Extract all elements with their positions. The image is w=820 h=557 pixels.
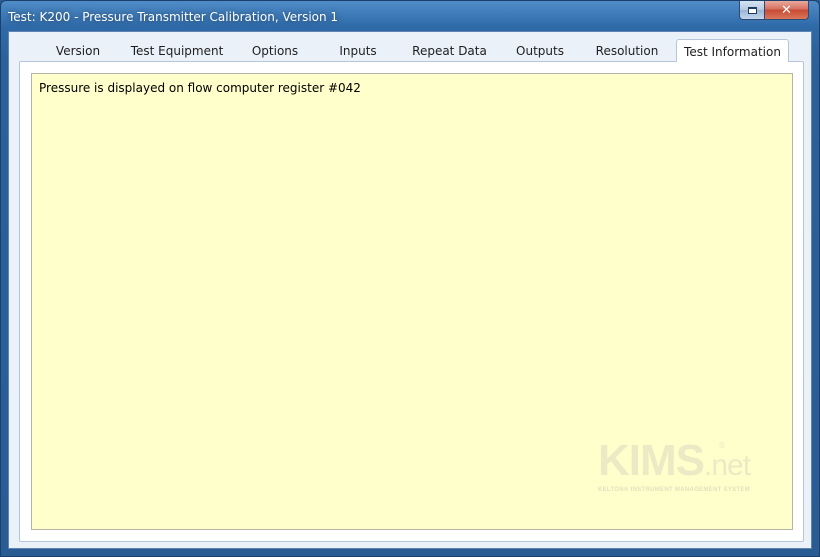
tab-strip: Version Test Equipment Options Inputs Re… — [33, 39, 789, 62]
tab-label: Outputs — [516, 44, 564, 58]
tab-label: Test Information — [684, 45, 781, 59]
tab-test-equipment[interactable]: Test Equipment — [123, 40, 231, 62]
title-bar[interactable]: Test: K200 - Pressure Transmitter Calibr… — [1, 1, 819, 31]
client-area: Version Test Equipment Options Inputs Re… — [8, 31, 812, 549]
close-button[interactable]: ✕ — [765, 1, 809, 20]
watermark-tagline: KELTON® INSTRUMENT MANAGEMENT SYSTEM — [598, 487, 750, 493]
window-title: Test: K200 - Pressure Transmitter Calibr… — [8, 10, 339, 24]
maximize-button[interactable] — [739, 1, 765, 20]
tab-label: Repeat Data — [412, 44, 487, 58]
tab-resolution[interactable]: Resolution — [578, 40, 676, 62]
watermark-registered-mark: ® — [718, 441, 726, 450]
tab-label: Inputs — [339, 44, 377, 58]
tab-panel-test-information: Pressure is displayed on flow computer r… — [19, 61, 804, 542]
tab-label: Test Equipment — [130, 44, 224, 58]
watermark-brand: KIMS.net — [598, 436, 751, 485]
tab-label: Resolution — [595, 44, 659, 58]
tab-label: Options — [251, 44, 299, 58]
test-information-textarea[interactable]: Pressure is displayed on flow computer r… — [31, 73, 793, 530]
caption-buttons: ✕ — [739, 1, 809, 20]
tab-repeat-data[interactable]: Repeat Data — [397, 40, 502, 62]
app-window: Test: K200 - Pressure Transmitter Calibr… — [0, 0, 820, 557]
tab-outputs[interactable]: Outputs — [502, 40, 578, 62]
tab-version[interactable]: Version — [33, 40, 123, 62]
tab-label: Version — [55, 44, 101, 58]
tab-inputs[interactable]: Inputs — [319, 40, 397, 62]
close-icon: ✕ — [781, 2, 792, 18]
tab-options[interactable]: Options — [231, 40, 319, 62]
maximize-icon — [747, 6, 757, 14]
test-information-text: Pressure is displayed on flow computer r… — [39, 81, 361, 95]
kims-logo-watermark: KIMS.net ® KELTON® INSTRUMENT MANAGEMENT… — [598, 439, 768, 499]
tab-test-information[interactable]: Test Information — [676, 39, 789, 62]
